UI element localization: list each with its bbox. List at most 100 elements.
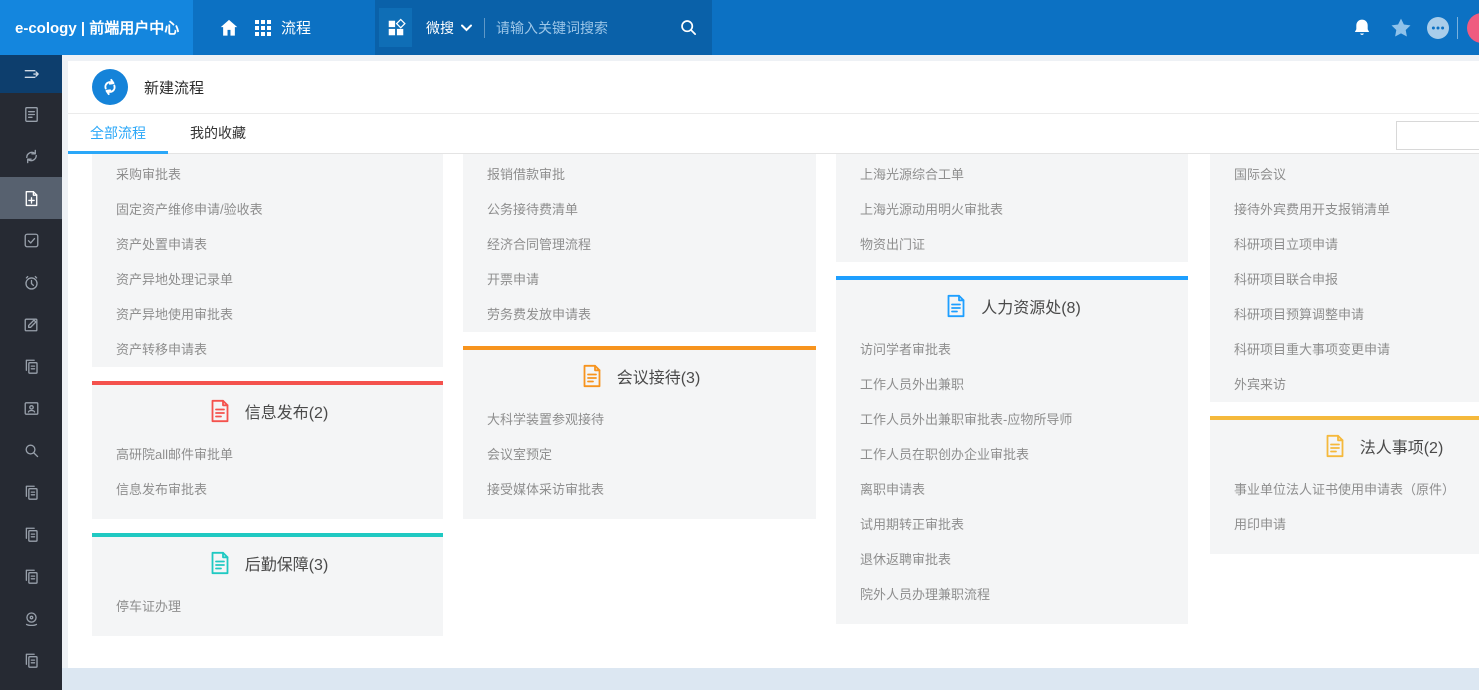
topbar-divider [1457, 17, 1458, 39]
brand[interactable]: e-cology | 前端用户中心 [0, 0, 193, 55]
process-link[interactable]: 接受媒体采访审批表 [463, 472, 816, 507]
favorites-star-icon[interactable] [1389, 16, 1413, 40]
main-area: 新建流程 全部流程 我的收藏 采购审批表固定资产维修申请/验收表资产处置申请表资… [62, 55, 1479, 690]
topbar: e-cology | 前端用户中心 流程 [0, 0, 1479, 55]
sidebar-item-monitor-webcam[interactable] [0, 597, 62, 639]
sidebar-item-sidebar-toggle[interactable] [0, 55, 62, 93]
process-card: 采购审批表固定资产维修申请/验收表资产处置申请表资产异地处理记录单资产异地使用审… [92, 154, 443, 367]
monitor-webcam-icon [22, 609, 41, 628]
process-link[interactable]: 事业单位法人证书使用申请表（原件） [1210, 472, 1479, 507]
sidebar-item-contact-card[interactable] [0, 387, 62, 429]
process-link[interactable]: 离职申请表 [836, 472, 1188, 507]
category-title: 会议接待(3) [617, 364, 701, 388]
page-header: 新建流程 [68, 61, 1479, 114]
process-link[interactable]: 访问学者审批表 [836, 332, 1188, 367]
sidebar-item-draft-edit[interactable] [0, 303, 62, 345]
process-link[interactable]: 工作人员在职创办企业审批表 [836, 437, 1188, 472]
copy-documents-icon [22, 567, 41, 586]
new-document-icon [22, 189, 41, 208]
sidebar-nav [0, 55, 62, 681]
process-card: 国际会议接待外宾费用开支报销清单科研项目立项申请科研项目联合申报科研项目预算调整… [1210, 154, 1479, 402]
sidebar-item-copy-documents[interactable] [0, 639, 62, 681]
sidebar-item-copy-documents[interactable] [0, 471, 62, 513]
copy-documents-icon [22, 651, 41, 670]
process-link[interactable]: 经济合同管理流程 [463, 227, 816, 262]
process-link[interactable]: 科研项目立项申请 [1210, 227, 1479, 262]
process-link[interactable]: 资产异地处理记录单 [92, 262, 443, 297]
copy-documents-icon [22, 483, 41, 502]
todo-check-icon [22, 231, 41, 250]
process-link[interactable]: 采购审批表 [92, 157, 443, 192]
search-scope-select[interactable]: 微搜 [426, 18, 472, 38]
process-link[interactable]: 接待外宾费用开支报销清单 [1210, 192, 1479, 227]
process-link[interactable]: 试用期转正审批表 [836, 507, 1188, 542]
process-link[interactable]: 资产转移申请表 [92, 332, 443, 367]
chevron-down-icon [461, 24, 472, 32]
process-link[interactable]: 信息发布审批表 [92, 472, 443, 507]
copy-documents-icon [22, 525, 41, 544]
sidebar-item-form-document[interactable] [0, 93, 62, 135]
category-title: 人力资源处(8) [981, 294, 1081, 318]
process-link[interactable]: 公务接待费清单 [463, 192, 816, 227]
footer-strip [62, 668, 1479, 690]
process-link[interactable]: 资产异地使用审批表 [92, 297, 443, 332]
search-icon[interactable] [679, 18, 698, 37]
process-link[interactable]: 大科学装置参观接待 [463, 402, 816, 437]
category-header: 会议接待(3) [463, 350, 816, 380]
process-link[interactable]: 上海光源动用明火审批表 [836, 192, 1188, 227]
process-link[interactable]: 停车证办理 [92, 589, 443, 624]
sidebar-item-copy-documents[interactable] [0, 345, 62, 387]
notifications-bell-icon[interactable] [1351, 17, 1373, 39]
process-link[interactable]: 物资出门证 [836, 227, 1188, 262]
process-link[interactable]: 科研项目预算调整申请 [1210, 297, 1479, 332]
global-search-bar: 微搜 [375, 0, 712, 55]
process-column: 上海光源综合工单上海光源动用明火审批表物资出门证人力资源处(8) 访问学者审批表工… [836, 154, 1188, 638]
process-link[interactable]: 科研项目重大事项变更申请 [1210, 332, 1479, 367]
tab-my-favorites[interactable]: 我的收藏 [168, 114, 268, 154]
process-link[interactable]: 用印申请 [1210, 507, 1479, 542]
process-card: 上海光源综合工单上海光源动用明火审批表物资出门证 [836, 154, 1188, 262]
process-link[interactable]: 外宾来访 [1210, 367, 1479, 402]
process-link[interactable]: 劳务费发放申请表 [463, 297, 816, 332]
home-button[interactable] [212, 11, 246, 45]
category-card: 后勤保障(3) 停车证办理 [92, 533, 443, 636]
category-document-icon [943, 293, 969, 319]
category-document-icon [207, 398, 233, 424]
workflow-sync-icon [22, 147, 41, 166]
copy-documents-icon [22, 357, 41, 376]
process-link[interactable]: 工作人员外出兼职审批表-应物所导师 [836, 402, 1188, 437]
process-column: 报销借款审批公务接待费清单经济合同管理流程开票申请劳务费发放申请表会议接待(3)… [463, 154, 816, 533]
process-link[interactable]: 科研项目联合申报 [1210, 262, 1479, 297]
filter-input[interactable] [1396, 121, 1479, 150]
category-document-icon [207, 550, 233, 576]
search-icon [22, 441, 41, 460]
process-link[interactable]: 国际会议 [1210, 157, 1479, 192]
sidebar-item-copy-documents[interactable] [0, 555, 62, 597]
process-link[interactable]: 资产处置申请表 [92, 227, 443, 262]
category-document-icon [1322, 433, 1348, 459]
process-link[interactable]: 固定资产维修申请/验收表 [92, 192, 443, 227]
process-link[interactable]: 会议室预定 [463, 437, 816, 472]
sidebar-item-new-document[interactable] [0, 177, 62, 219]
process-link[interactable]: 报销借款审批 [463, 157, 816, 192]
process-link[interactable]: 退休返聘审批表 [836, 542, 1188, 577]
sidebar-item-pending-clock[interactable] [0, 261, 62, 303]
sidebar-item-workflow-sync[interactable] [0, 135, 62, 177]
process-link[interactable]: 上海光源综合工单 [836, 157, 1188, 192]
sidebar-item-copy-documents[interactable] [0, 513, 62, 555]
more-options-icon[interactable] [1425, 15, 1451, 41]
nav-workflow[interactable]: 流程 [254, 0, 311, 55]
sidebar-item-todo-check[interactable] [0, 219, 62, 261]
process-link[interactable]: 开票申请 [463, 262, 816, 297]
process-link[interactable]: 工作人员外出兼职 [836, 367, 1188, 402]
process-link[interactable]: 高研院all邮件审批单 [92, 437, 443, 472]
apps-switcher-button[interactable] [379, 8, 412, 47]
process-link[interactable]: 院外人员办理兼职流程 [836, 577, 1188, 612]
category-title: 后勤保障(3) [245, 551, 329, 575]
tab-all-processes[interactable]: 全部流程 [68, 114, 168, 154]
category-title: 信息发布(2) [245, 399, 329, 423]
global-search-input[interactable] [496, 20, 673, 36]
pending-clock-icon [22, 273, 41, 292]
user-avatar[interactable] [1467, 13, 1479, 43]
sidebar-item-search[interactable] [0, 429, 62, 471]
